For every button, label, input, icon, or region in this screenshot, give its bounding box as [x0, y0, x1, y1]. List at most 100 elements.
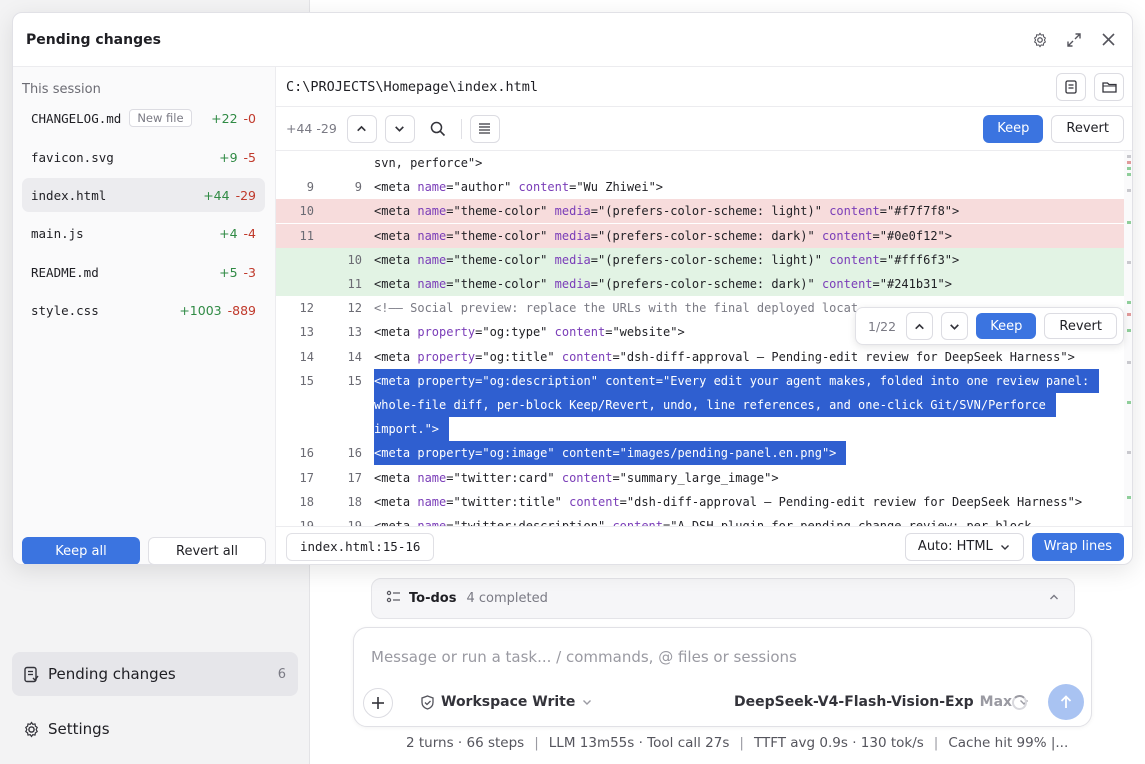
code-token: property — [417, 325, 476, 340]
code-line[interactable]: 9 9 <meta name="author" content="Wu Zhiwei… — [276, 175, 1124, 199]
chevron-down-icon — [1000, 544, 1009, 550]
code-token: media — [554, 277, 591, 291]
code-token: <meta — [374, 349, 418, 364]
model-selector[interactable]: DeepSeek-V4-Flash-Vision-Exp Max — [734, 694, 1030, 710]
code-line[interactable]: 10 <meta name="theme-color" media="(prefe… — [276, 199, 1124, 224]
revert-all-button[interactable]: Revert all — [148, 537, 266, 564]
code-text: <!—— Social preview: replace the URLs wi… — [374, 296, 858, 320]
file-item-favicon[interactable]: favicon.svg +9 -5 — [22, 140, 265, 174]
file-path: C:\PROJECTS\Homepage\index.html — [286, 78, 538, 95]
keep-all-button[interactable]: Keep all — [22, 537, 140, 564]
code-token: ="og:image" — [475, 446, 562, 461]
revert-hunk-button[interactable]: Revert — [1044, 313, 1117, 339]
chevron-down-icon — [950, 323, 960, 330]
open-folder-button[interactable] — [1094, 72, 1124, 101]
old-line-number: 15 — [299, 373, 314, 388]
new-line-number: 17 — [347, 470, 362, 485]
old-line-number: 9 — [306, 180, 314, 195]
code-text: <meta name="twitter:title" content="dsh-… — [374, 490, 1082, 514]
code-line[interactable]: 17 17 <meta name="twitter:card" content="s… — [276, 466, 1124, 490]
wrap-lines-button[interactable]: Wrap lines — [1031, 532, 1124, 561]
code-line[interactable]: 11 <meta name="theme-color" media="(prefe… — [276, 223, 1124, 248]
code-token: ="og:description" — [475, 373, 606, 388]
file-path-bar: C:\PROJECTS\Homepage\index.html — [276, 67, 1132, 107]
code-token: content — [829, 252, 880, 267]
chevron-up-icon[interactable] — [1048, 591, 1060, 607]
keep-hunk-button[interactable]: Keep — [976, 313, 1037, 339]
code-line[interactable]: 11 <meta name="theme-color" media="(prefe… — [276, 272, 1124, 296]
send-button[interactable] — [1048, 684, 1084, 720]
code-token: content — [569, 494, 620, 509]
code-token: ="twitter:title" — [446, 494, 570, 509]
code-line[interactable]: 15 15 <meta property="og:description" cont… — [276, 368, 1124, 393]
code-line[interactable]: 19 19 <meta name="twitter:description" con… — [276, 514, 1124, 526]
sidebar-item-settings[interactable]: Settings — [12, 707, 298, 751]
file-item-index[interactable]: index.html +44 -29 — [22, 178, 265, 212]
close-icon[interactable] — [1097, 29, 1119, 51]
code-line[interactable]: 10 <meta name="theme-color" media="(prefe… — [276, 247, 1124, 272]
code-token: name — [417, 519, 447, 526]
diff-scrollbar[interactable] — [1124, 151, 1132, 526]
next-hunk-button[interactable] — [941, 312, 969, 340]
keep-button[interactable]: Keep — [983, 114, 1044, 143]
expand-icon[interactable] — [1063, 29, 1085, 51]
gear-icon[interactable] — [1029, 29, 1051, 51]
code-line[interactable]: svn, perforce"> — [276, 151, 1124, 175]
code-token: ="theme-color" — [446, 204, 555, 219]
status-timing: LLM 13m55s · Tool call 27s — [548, 735, 730, 751]
chevron-down-icon — [395, 126, 405, 132]
next-change-button[interactable] — [384, 114, 415, 143]
code-line[interactable]: import."> — [276, 417, 1124, 442]
message-composer[interactable]: Message or run a task... / commands, @ f… — [353, 627, 1092, 727]
code-line[interactable]: 18 18 <meta name="twitter:title" content="… — [276, 490, 1124, 514]
status-more[interactable]: |... — [1051, 735, 1068, 751]
search-button[interactable] — [422, 114, 453, 143]
permission-selector[interactable]: Workspace Write — [420, 694, 593, 710]
sidebar-item-pending-changes[interactable]: Pending changes 6 — [12, 652, 298, 696]
line-reference[interactable]: index.html:15-16 — [286, 532, 435, 561]
code-line[interactable]: 16 16 <meta property="og:image" content="i… — [276, 441, 1124, 466]
previous-hunk-button[interactable] — [906, 312, 934, 340]
chevron-up-icon — [915, 323, 924, 329]
file-item-readme[interactable]: README.md +5 -3 — [22, 255, 265, 289]
view-mode-button[interactable] — [469, 114, 500, 143]
code-token: ="dsh-diff-approval — Pending-edit revie… — [612, 349, 1075, 364]
code-token: media — [554, 228, 591, 243]
plus-icon — [372, 697, 384, 709]
new-line-number: 11 — [347, 277, 362, 291]
todos-bar[interactable]: To-dos 4 completed — [371, 578, 1075, 619]
code-token: ="summary_large_image"> — [612, 470, 779, 485]
code-token: content — [829, 204, 880, 219]
code-token: ="og:title" — [475, 349, 562, 364]
open-file-button[interactable] — [1056, 72, 1086, 101]
code-token: name — [417, 277, 447, 291]
sidebar-item-label: Pending changes — [48, 665, 176, 683]
file-item-main-js[interactable]: main.js +4 -4 — [22, 216, 265, 250]
old-line-number: 11 — [299, 228, 314, 243]
language-select[interactable]: Auto: HTML — [904, 532, 1024, 561]
folder-icon — [1101, 81, 1117, 93]
code-token: <meta — [374, 204, 418, 219]
code-token: property — [417, 446, 476, 461]
code-token: content — [605, 373, 656, 388]
code-text: <meta property="og:title" content="dsh-d… — [374, 345, 1075, 369]
loading-spinner-icon — [1012, 695, 1027, 710]
code-text: <meta property="og:type" content="websit… — [374, 320, 685, 344]
code-line[interactable]: 14 14 <meta property="og:title" content="d… — [276, 345, 1124, 369]
code-line[interactable]: whole-file diff, per-block Keep/Revert, … — [276, 393, 1124, 417]
code-text: import."> — [374, 417, 450, 442]
file-item-style-css[interactable]: style.css +1003 -889 — [22, 293, 265, 327]
code-token: media — [554, 252, 591, 267]
code-token: <meta — [374, 252, 418, 267]
new-line-number: 10 — [347, 252, 362, 267]
message-input[interactable]: Message or run a task... / commands, @ f… — [371, 648, 797, 666]
file-item-changelog[interactable]: CHANGELOG.md New file +22 -0 — [22, 101, 265, 135]
todos-status: 4 completed — [466, 591, 548, 606]
code-token: ="#f7f7f8"> — [879, 204, 960, 219]
code-token: <meta — [374, 494, 418, 509]
model-level: Max — [979, 694, 1013, 710]
previous-change-button[interactable] — [346, 114, 377, 143]
code-token: <meta — [374, 325, 418, 340]
add-attachment-button[interactable] — [363, 688, 393, 718]
revert-button[interactable]: Revert — [1051, 114, 1124, 143]
